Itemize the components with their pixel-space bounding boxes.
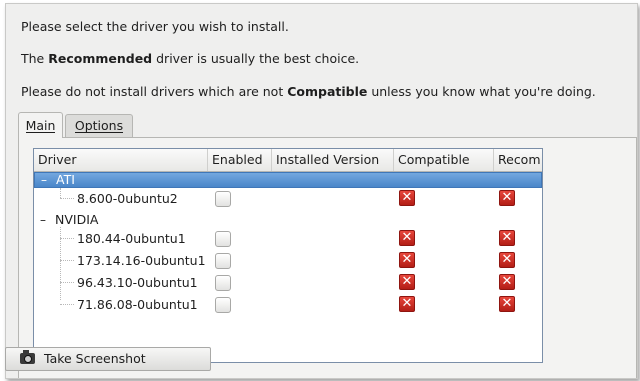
not-compatible-icon: ✕ — [399, 230, 415, 246]
tab-main-label: Main — [25, 118, 56, 133]
tab-options[interactable]: Options — [65, 114, 133, 137]
tree-header: Driver Enabled Installed Version Compati… — [34, 149, 542, 172]
driver-name: 71.86.08-0ubuntu1 — [77, 297, 198, 312]
column-header-enabled[interactable]: Enabled — [208, 149, 272, 171]
intro-text-3a: Please do not install drivers which are … — [21, 84, 288, 99]
intro-text-3b: unless you know what you're doing. — [367, 84, 596, 99]
recommended-emphasis: Recommended — [48, 51, 153, 66]
enabled-checkbox[interactable] — [215, 275, 231, 291]
not-recommended-icon: ✕ — [499, 190, 515, 206]
take-screenshot-label: Take Screenshot — [44, 351, 146, 366]
intro-line-3: Please do not install drivers which are … — [21, 84, 596, 99]
enabled-checkbox[interactable] — [215, 253, 231, 269]
intro-text-1: Please select the driver you wish to ins… — [21, 19, 289, 34]
driver-name: 8.600-0ubuntu2 — [77, 191, 178, 206]
intro-line-2: The Recommended driver is usually the be… — [21, 51, 359, 66]
driver-name: 180.44-0ubuntu1 — [77, 231, 186, 246]
driver-name: 173.14.16-0ubuntu1 — [77, 253, 206, 268]
not-compatible-icon: ✕ — [399, 296, 415, 312]
enabled-checkbox[interactable] — [215, 231, 231, 247]
expander-icon[interactable]: – — [40, 210, 50, 230]
driver-tree[interactable]: Driver Enabled Installed Version Compati… — [33, 148, 543, 363]
enabled-checkbox[interactable] — [215, 297, 231, 313]
not-recommended-icon: ✕ — [499, 296, 515, 312]
not-compatible-icon: ✕ — [399, 252, 415, 268]
not-compatible-icon: ✕ — [399, 274, 415, 290]
column-header-installed-version[interactable]: Installed Version — [272, 149, 394, 171]
intro-text-2b: driver is usually the best choice. — [152, 51, 360, 66]
expander-icon[interactable]: – — [41, 173, 51, 187]
not-compatible-icon: ✕ — [399, 190, 415, 206]
tree-row-driver[interactable]: 180.44-0ubuntu1 ✕ ✕ — [34, 228, 542, 250]
column-header-recommended[interactable]: Recom — [494, 149, 542, 171]
driver-name: 96.43.10-0ubuntu1 — [77, 275, 198, 290]
tree-row-driver[interactable]: 71.86.08-0ubuntu1 ✕ ✕ — [34, 294, 542, 316]
column-header-compatible[interactable]: Compatible — [394, 149, 494, 171]
take-screenshot-button[interactable]: Take Screenshot — [5, 347, 211, 371]
tab-main[interactable]: Main — [18, 112, 63, 138]
intro-text-2a: The — [21, 51, 49, 66]
tree-row-driver[interactable]: 173.14.16-0ubuntu1 ✕ ✕ — [34, 250, 542, 272]
main-tab-panel: Driver Enabled Installed Version Compati… — [18, 137, 637, 378]
intro-line-1: Please select the driver you wish to ins… — [21, 19, 289, 34]
column-header-driver[interactable]: Driver — [34, 149, 208, 171]
tree-row-driver[interactable]: 8.600-0ubuntu2 ✕ ✕ — [34, 188, 542, 210]
driver-dialog: Please select the driver you wish to ins… — [5, 3, 638, 379]
tree-row-driver[interactable]: 96.43.10-0ubuntu1 ✕ ✕ — [34, 272, 542, 294]
not-recommended-icon: ✕ — [499, 252, 515, 268]
tab-options-label: Options — [74, 118, 124, 133]
camera-icon — [20, 350, 35, 364]
compatible-emphasis: Compatible — [287, 84, 368, 99]
enabled-checkbox[interactable] — [215, 191, 231, 207]
not-recommended-icon: ✕ — [499, 274, 515, 290]
not-recommended-icon: ✕ — [499, 230, 515, 246]
tree-row-ati[interactable]: – ATI — [34, 172, 542, 188]
